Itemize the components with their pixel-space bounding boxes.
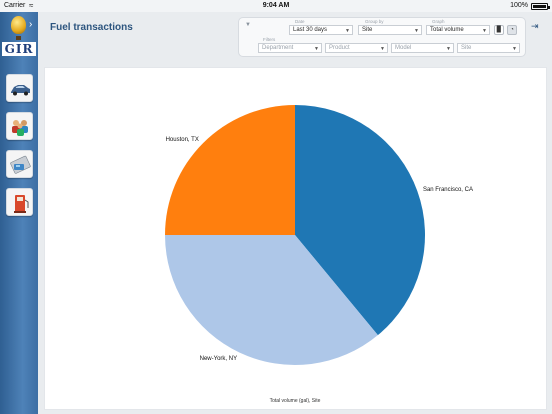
- fuel-card-icon: [10, 155, 31, 174]
- bar-chart-icon: ▉: [496, 27, 502, 33]
- sidebar-item-fuel-pumps[interactable]: [6, 188, 33, 216]
- pie-chart: San Francisco, CA New-York, NY Houston, TX…: [165, 105, 473, 404]
- date-label: Date: [295, 19, 305, 24]
- pie-chart-icon: ◔: [510, 27, 514, 33]
- chevron-down-icon[interactable]: ▼: [245, 22, 251, 28]
- vehicle-icon: [11, 85, 30, 96]
- dropdown-arrow-icon: ▼: [446, 46, 451, 52]
- chevron-right-icon[interactable]: ›: [29, 19, 32, 30]
- slice-label: Houston, TX: [166, 137, 199, 143]
- logo-text: GIR: [2, 42, 36, 56]
- fuel-pump-icon: [14, 195, 29, 213]
- sidebar-item-users[interactable]: [6, 112, 33, 140]
- sidebar-item-fuel-cards[interactable]: [6, 150, 33, 178]
- pie-slice[interactable]: [165, 105, 295, 235]
- page-title: Fuel transactions: [50, 22, 133, 33]
- date-select[interactable]: Last 30 days ▼: [289, 25, 353, 35]
- filters-label: Filters: [263, 37, 276, 42]
- model-filter[interactable]: Model ▼: [391, 43, 454, 53]
- group-by-label: Group by: [365, 19, 384, 24]
- sidebar: › GIR: [0, 12, 38, 414]
- logout-icon[interactable]: ⇥: [531, 21, 539, 32]
- dropdown-arrow-icon: ▼: [345, 28, 350, 34]
- sidebar-item-vehicles[interactable]: [6, 74, 33, 102]
- site-filter[interactable]: Site ▼: [457, 43, 520, 53]
- battery-icon: [531, 3, 550, 10]
- dropdown-arrow-icon: ▼: [314, 46, 319, 52]
- department-filter[interactable]: Department ▼: [258, 43, 322, 53]
- dropdown-arrow-icon: ▼: [512, 46, 517, 52]
- filter-panel: ▼ Date Last 30 days ▼ Group by Site ▼ Grap…: [238, 17, 526, 57]
- chart-caption: Total volume (gal), Site: [270, 398, 321, 404]
- slice-label: San Francisco, CA: [423, 187, 473, 193]
- app-logo[interactable]: › GIR: [2, 16, 36, 64]
- graph-label: Graph: [432, 19, 445, 24]
- bar-chart-toggle[interactable]: ▉: [494, 25, 504, 35]
- group-by-select[interactable]: Site ▼: [358, 25, 422, 35]
- dropdown-arrow-icon: ▼: [414, 28, 419, 34]
- graph-select[interactable]: Total volume ▼: [426, 25, 490, 35]
- battery-percentage: 100%: [510, 2, 528, 9]
- users-icon: [12, 120, 28, 136]
- chart-card: San Francisco, CA New-York, NY Houston, TX…: [44, 67, 547, 410]
- dropdown-arrow-icon: ▼: [380, 46, 385, 52]
- balloon-icon: [11, 16, 26, 34]
- dropdown-arrow-icon: ▼: [482, 28, 487, 34]
- status-bar: Carrier ≈ 9:04 AM 100%: [0, 0, 552, 12]
- slice-label: New-York, NY: [200, 356, 237, 362]
- pie-chart-toggle[interactable]: ◔: [507, 25, 517, 35]
- clock: 9:04 AM: [262, 2, 290, 9]
- product-filter[interactable]: Product ▼: [325, 43, 388, 53]
